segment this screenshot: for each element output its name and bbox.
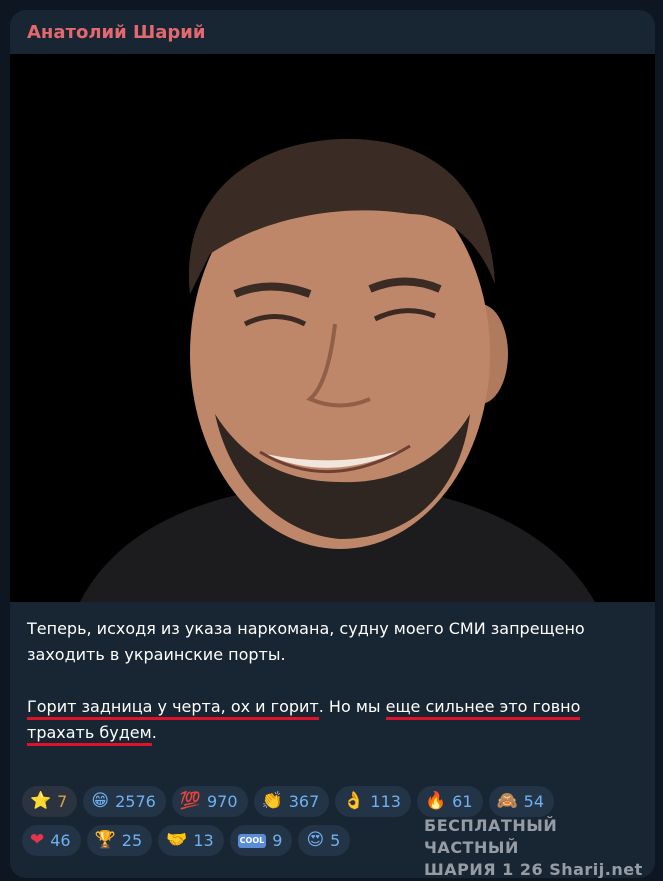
watermark-line-2: ШАРИЯ 1 26 Sharij.net	[424, 860, 643, 878]
reaction-ok-hand[interactable]: 👌 113	[335, 786, 411, 817]
reaction-count: 2576	[115, 792, 156, 811]
watermark-line-1: БЕСПЛАТНЫЙ ЧАСТНЫЙ	[424, 816, 558, 857]
reaction-count: 113	[370, 792, 401, 811]
trophy-icon: 🏆	[94, 830, 116, 850]
heart-eyes-icon: 😍	[306, 830, 325, 850]
reaction-count: 5	[330, 831, 341, 850]
reaction-grin[interactable]: 😁 2576	[83, 786, 166, 817]
reaction-heart[interactable]: ❤ 46	[22, 825, 81, 856]
reaction-count: 25	[121, 831, 143, 850]
paragraph-1: Теперь, исходя из указа наркомана, судну…	[27, 619, 585, 664]
reaction-heart-eyes[interactable]: 😍 5	[298, 825, 351, 856]
cool-icon: COOL	[237, 833, 267, 848]
reaction-monkey[interactable]: 🙈 54	[488, 786, 555, 817]
reaction-count: 9	[272, 831, 283, 850]
reaction-count: 970	[206, 792, 238, 811]
paragraph-2: Горит задница у черта, ох и горит. Но мы…	[27, 694, 637, 746]
reaction-handshake[interactable]: 🤝 13	[158, 825, 224, 856]
underlined-phrase-2: еще сильнее это говно	[385, 697, 581, 720]
reaction-cool[interactable]: COOL 9	[229, 825, 293, 856]
portrait-image	[10, 54, 655, 602]
reaction-trophy[interactable]: 🏆 25	[86, 825, 153, 856]
author-name[interactable]: Анатолий Шарий	[27, 22, 205, 43]
star-icon: ⭐	[30, 791, 52, 811]
reaction-clap[interactable]: 👏 367	[253, 786, 330, 817]
handshake-icon: 🤝	[166, 830, 188, 850]
ok-hand-icon: 👌	[343, 791, 365, 811]
clap-icon: 👏	[261, 791, 283, 811]
reaction-count: 7	[57, 792, 68, 811]
text-fragment: .	[151, 723, 157, 742]
reaction-fire[interactable]: 🔥 61	[416, 786, 483, 817]
underlined-phrase-1: Горит задница у черта, ох и горит	[27, 697, 319, 720]
reaction-count: 54	[523, 792, 545, 811]
reaction-count: 13	[193, 831, 214, 850]
watermark: БЕСПЛАТНЫЙ ЧАСТНЫЙ ШАРИЯ 1 26 Sharij.net	[424, 815, 655, 878]
reaction-hundred[interactable]: 💯 970	[171, 786, 248, 817]
hundred-icon: 💯	[179, 791, 201, 811]
underlined-phrase-3: трахать будем	[27, 723, 152, 746]
grin-icon: 😁	[91, 791, 110, 811]
reaction-count: 61	[452, 792, 473, 811]
reaction-count: 46	[50, 831, 71, 850]
fire-icon: 🔥	[424, 791, 447, 811]
reaction-count: 367	[288, 792, 320, 811]
message-bubble: Анатолий Шарий Теперь, исходя из указа н…	[10, 10, 655, 878]
reactions-row-1: ⭐ 7 😁 2576 💯 970 👏 367 👌 113 🔥 61 🙈 54	[22, 786, 622, 817]
post-text: Теперь, исходя из указа наркомана, судну…	[27, 616, 637, 746]
heart-icon: ❤	[30, 830, 45, 850]
reaction-star[interactable]: ⭐ 7	[22, 786, 78, 817]
monkey-icon: 🙈	[496, 791, 518, 811]
post-photo[interactable]	[10, 54, 655, 602]
text-fragment: . Но мы	[318, 697, 386, 716]
